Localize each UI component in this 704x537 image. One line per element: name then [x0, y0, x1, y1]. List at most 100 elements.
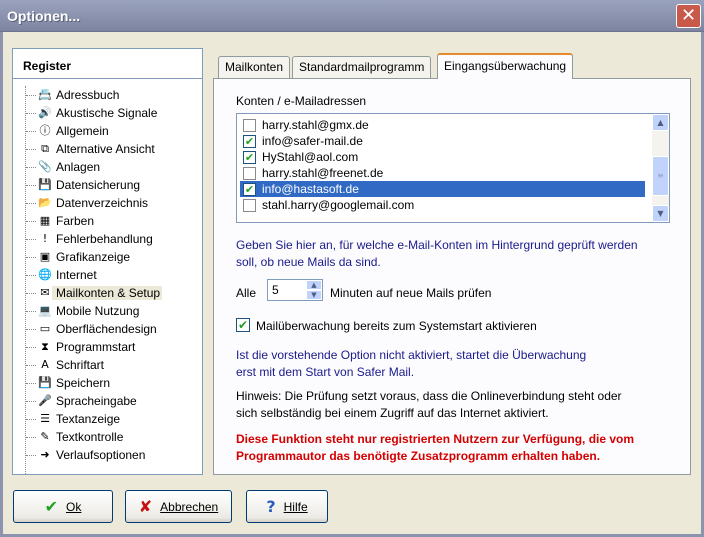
register-item[interactable]: ✎ Textkontrolle [26, 428, 200, 446]
register-item[interactable]: 💾 Datensicherung [26, 176, 200, 194]
warning-line1: Diese Funktion steht nur registrierten N… [236, 432, 635, 446]
tab-mailkonten[interactable]: Mailkonten [218, 56, 291, 78]
hint-line1: Hinweis: Die Prüfung setzt voraus, dass … [236, 389, 622, 403]
account-row[interactable]: harry.stahl@freenet.de [240, 165, 645, 181]
account-checkbox[interactable] [243, 199, 256, 212]
startup-check-label[interactable]: Mailüberwachung bereits zum Systemstart … [256, 319, 537, 333]
register-item[interactable]: ☰ Textanzeige [26, 410, 200, 428]
cancel-button[interactable]: ✘ Abbrechen [125, 490, 232, 523]
register-item-label: Allgemein [56, 124, 109, 138]
register-item-label: Akustische Signale [56, 106, 158, 120]
register-item-label: Alternative Ansicht [56, 142, 155, 156]
help-button[interactable]: ? Hilfe [246, 490, 328, 523]
save-icon: 💾 [38, 376, 52, 389]
register-item-label: Textkontrolle [56, 430, 124, 444]
register-item-label: Spracheingabe [56, 394, 137, 408]
accounts-listbox[interactable]: harry.stahl@gmx.de ✔ info@safer-mail.de ✔ Hy… [236, 113, 670, 223]
account-checkbox[interactable]: ✔ [243, 151, 256, 164]
interval-value: 5 [272, 283, 279, 297]
register-item-label: Textanzeige [56, 412, 121, 426]
register-item[interactable]: 📂 Datenverzeichnis [26, 194, 200, 212]
register-item[interactable]: ▣ Grafikanzeige [26, 248, 200, 266]
close-button[interactable]: ✕ [676, 4, 701, 28]
account-row[interactable]: ✔ info@hastasoft.de [240, 181, 645, 197]
register-item[interactable]: 🌐 Internet [26, 266, 200, 284]
account-email: HyStahl@aol.com [262, 150, 359, 164]
register-item[interactable]: 🎤 Spracheingabe [26, 392, 200, 410]
register-item-label: Programmstart [56, 340, 136, 354]
account-row[interactable]: ✔ info@safer-mail.de [240, 133, 645, 149]
register-item[interactable]: ! Fehlerbehandlung [26, 230, 200, 248]
chevron-down-icon: ▼ [311, 291, 317, 299]
register-item[interactable]: ⧉ Alternative Ansicht [26, 140, 200, 158]
register-item[interactable]: 💻 Mobile Nutzung [26, 302, 200, 320]
info-text-line2: soll, ob neue Mails da sind. [236, 255, 381, 269]
account-checkbox[interactable] [243, 167, 256, 180]
account-checkbox[interactable]: ✔ [243, 135, 256, 148]
register-item[interactable]: 🔊 Akustische Signale [26, 104, 200, 122]
accounts-label: Konten / e-Mailadressen [236, 94, 367, 108]
laptop-icon: 💻 [38, 304, 52, 317]
account-row[interactable]: ✔ HyStahl@aol.com [240, 149, 645, 165]
tab-control: Mailkonten Standardmailprogramm Eingangs… [213, 44, 691, 475]
account-checkbox[interactable] [243, 119, 256, 132]
checkmark-icon: ✔ [244, 151, 255, 164]
spellcheck-icon: ✎ [40, 430, 50, 443]
register-item[interactable]: ▦ Farben [26, 212, 200, 230]
account-email: stahl.harry@googlemail.com [262, 198, 415, 212]
register-item-label: Speichern [56, 376, 111, 390]
register-item[interactable]: ✉ Mailkonten & Setup [26, 284, 200, 302]
hint-line2: sich selbständig bei einem Zugriff auf d… [236, 406, 549, 420]
register-panel: Register 📇 Adressbuch 🔊 Akustische Signale ⓘ… [12, 48, 203, 475]
register-item[interactable]: A Schriftart [26, 356, 200, 374]
window-title: Optionen... [7, 8, 81, 24]
register-item-label: Anlagen [56, 160, 101, 174]
arrow-icon: ➜ [40, 448, 50, 461]
register-item-label: Adressbuch [56, 88, 120, 102]
account-checkbox[interactable]: ✔ [243, 183, 256, 196]
speaker-icon: 🔊 [38, 106, 52, 119]
register-item[interactable]: ▭ Oberflächendesign [26, 320, 200, 338]
warning-line2: Programmautor das benötigte Zusatzprogra… [236, 449, 601, 463]
register-item-label: Verlaufsoptionen [56, 448, 146, 462]
register-item[interactable]: ➜ Verlaufsoptionen [26, 446, 200, 464]
checkmark-icon: ✔ [244, 135, 255, 148]
title-bar: Optionen... ✕ [0, 0, 704, 32]
exclamation-icon: ! [42, 232, 48, 245]
ok-button[interactable]: ✔ Ok [13, 490, 113, 523]
scroll-up-button[interactable]: ▲ [652, 114, 669, 131]
startup-checkbox[interactable]: ✔ [236, 318, 250, 332]
register-item[interactable]: 💾 Speichern [26, 374, 200, 392]
spin-up-button[interactable]: ▲ [306, 280, 322, 290]
account-row[interactable]: harry.stahl@gmx.de [240, 117, 645, 133]
account-row[interactable]: stahl.harry@googlemail.com [240, 197, 645, 213]
microphone-icon: 🎤 [38, 394, 52, 407]
checkmark-icon: ✔ [44, 497, 59, 516]
view-icon: ⧉ [41, 142, 49, 155]
globe-icon: 🌐 [38, 268, 52, 281]
accounts-scrollbar[interactable]: ▲ ≡ ▼ [652, 114, 669, 222]
interval-spinner[interactable]: ▲ ▼ [306, 280, 322, 300]
register-item-label: Oberflächendesign [56, 322, 157, 336]
tab-eingangsueberwachung[interactable]: Eingangsüberwachung [437, 53, 574, 79]
register-item[interactable]: ⓘ Allgemein [26, 122, 200, 140]
account-email: info@safer-mail.de [262, 134, 363, 148]
register-item-label: Datenverzeichnis [56, 196, 149, 210]
register-item[interactable]: ⧗ Programmstart [26, 338, 200, 356]
register-header: Register [13, 49, 202, 79]
scroll-down-button[interactable]: ▼ [652, 205, 669, 222]
register-item[interactable]: 📎 Anlagen [26, 158, 200, 176]
account-email: harry.stahl@freenet.de [262, 166, 384, 180]
scroll-thumb[interactable]: ≡ [652, 156, 669, 196]
font-icon: A [41, 358, 49, 371]
hourglass-icon: ⧗ [41, 340, 49, 353]
register-item-label: Fehlerbehandlung [56, 232, 153, 246]
interval-suffix: Minuten auf neue Mails prüfen [330, 286, 492, 300]
register-item[interactable]: 📇 Adressbuch [26, 86, 200, 104]
spin-down-button[interactable]: ▼ [306, 290, 322, 300]
register-tree: 📇 Adressbuch 🔊 Akustische Signale ⓘ Allgemein… [25, 86, 200, 474]
tab-standardmailprogramm[interactable]: Standardmailprogramm [292, 56, 432, 78]
info-icon: ⓘ [39, 124, 51, 137]
account-email: info@hastasoft.de [262, 182, 359, 196]
text-document-icon: ☰ [40, 412, 50, 425]
